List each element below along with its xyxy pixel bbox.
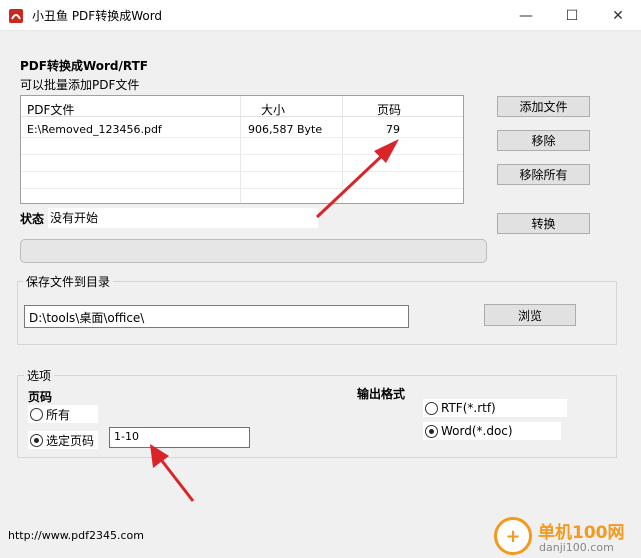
minimize-icon: — <box>519 7 533 24</box>
status-label: 状态 <box>20 212 45 226</box>
radio-all-label: 所有 <box>46 407 71 422</box>
cell-pages: 79 <box>386 123 400 136</box>
add-file-button[interactable]: 添加文件 <box>497 96 590 117</box>
radio-selected-pages[interactable]: 选定页码 <box>28 431 98 449</box>
save-group-title: 保存文件到目录 <box>23 273 114 290</box>
website-url[interactable]: http://www.pdf2345.com <box>8 529 144 542</box>
close-icon: ✕ <box>612 7 624 24</box>
watermark-domain: danji100.com <box>539 541 614 554</box>
close-button[interactable]: ✕ <box>595 0 641 31</box>
status-value: 没有开始 <box>48 208 318 228</box>
maximize-icon: ☐ <box>565 7 579 24</box>
cell-size: 906,587 Byte <box>248 123 323 136</box>
column-header-size[interactable]: 大小 <box>261 101 285 118</box>
save-path-input[interactable]: D:\tools\桌面\office\ <box>24 305 409 328</box>
radio-unchecked-icon <box>425 401 438 415</box>
section-title: PDF转换成Word/RTF <box>20 59 148 73</box>
radio-word-label: Word(*.doc) <box>441 424 513 438</box>
remove-all-button[interactable]: 移除所有 <box>497 164 590 185</box>
file-list-table[interactable]: PDF文件 大小 页码 E:\Removed_123456.pdf 906,58… <box>20 95 464 204</box>
app-logo-icon <box>9 9 23 23</box>
title-bar: 小丑鱼 PDF转换成Word — ☐ ✕ <box>0 0 641 31</box>
browse-button[interactable]: 浏览 <box>484 304 576 326</box>
plus-icon: + <box>494 517 532 555</box>
page-range-input[interactable]: 1-10 <box>109 427 250 448</box>
section-subtitle: 可以批量添加PDF文件 <box>20 78 140 92</box>
column-header-file[interactable]: PDF文件 <box>27 101 74 118</box>
pages-label: 页码 <box>28 390 53 404</box>
watermark-title: 单机100网 <box>538 523 625 543</box>
remove-button[interactable]: 移除 <box>497 130 590 151</box>
radio-word-format[interactable]: Word(*.doc) <box>423 422 561 440</box>
convert-button[interactable]: 转换 <box>497 213 590 234</box>
radio-checked-icon <box>30 433 43 447</box>
minimize-button[interactable]: — <box>503 0 549 31</box>
row-divider <box>21 188 463 189</box>
conversion-progress-bar <box>20 239 487 263</box>
column-header-pages[interactable]: 页码 <box>377 101 401 118</box>
row-divider <box>21 154 463 155</box>
output-format-label: 输出格式 <box>357 387 406 401</box>
watermark-logo: + 单机100网 danji100.com <box>494 517 641 558</box>
radio-checked-icon <box>425 424 438 438</box>
radio-rtf-format[interactable]: RTF(*.rtf) <box>423 399 567 417</box>
maximize-button[interactable]: ☐ <box>549 0 595 31</box>
radio-all-pages[interactable]: 所有 <box>28 405 98 423</box>
options-group-title: 选项 <box>24 367 55 384</box>
radio-selected-label: 选定页码 <box>46 433 95 448</box>
radio-unchecked-icon <box>30 407 43 421</box>
window-title: 小丑鱼 PDF转换成Word <box>32 9 163 23</box>
radio-rtf-label: RTF(*.rtf) <box>441 401 496 415</box>
row-divider <box>21 137 463 138</box>
row-divider <box>21 171 463 172</box>
cell-file: E:\Removed_123456.pdf <box>27 123 162 136</box>
